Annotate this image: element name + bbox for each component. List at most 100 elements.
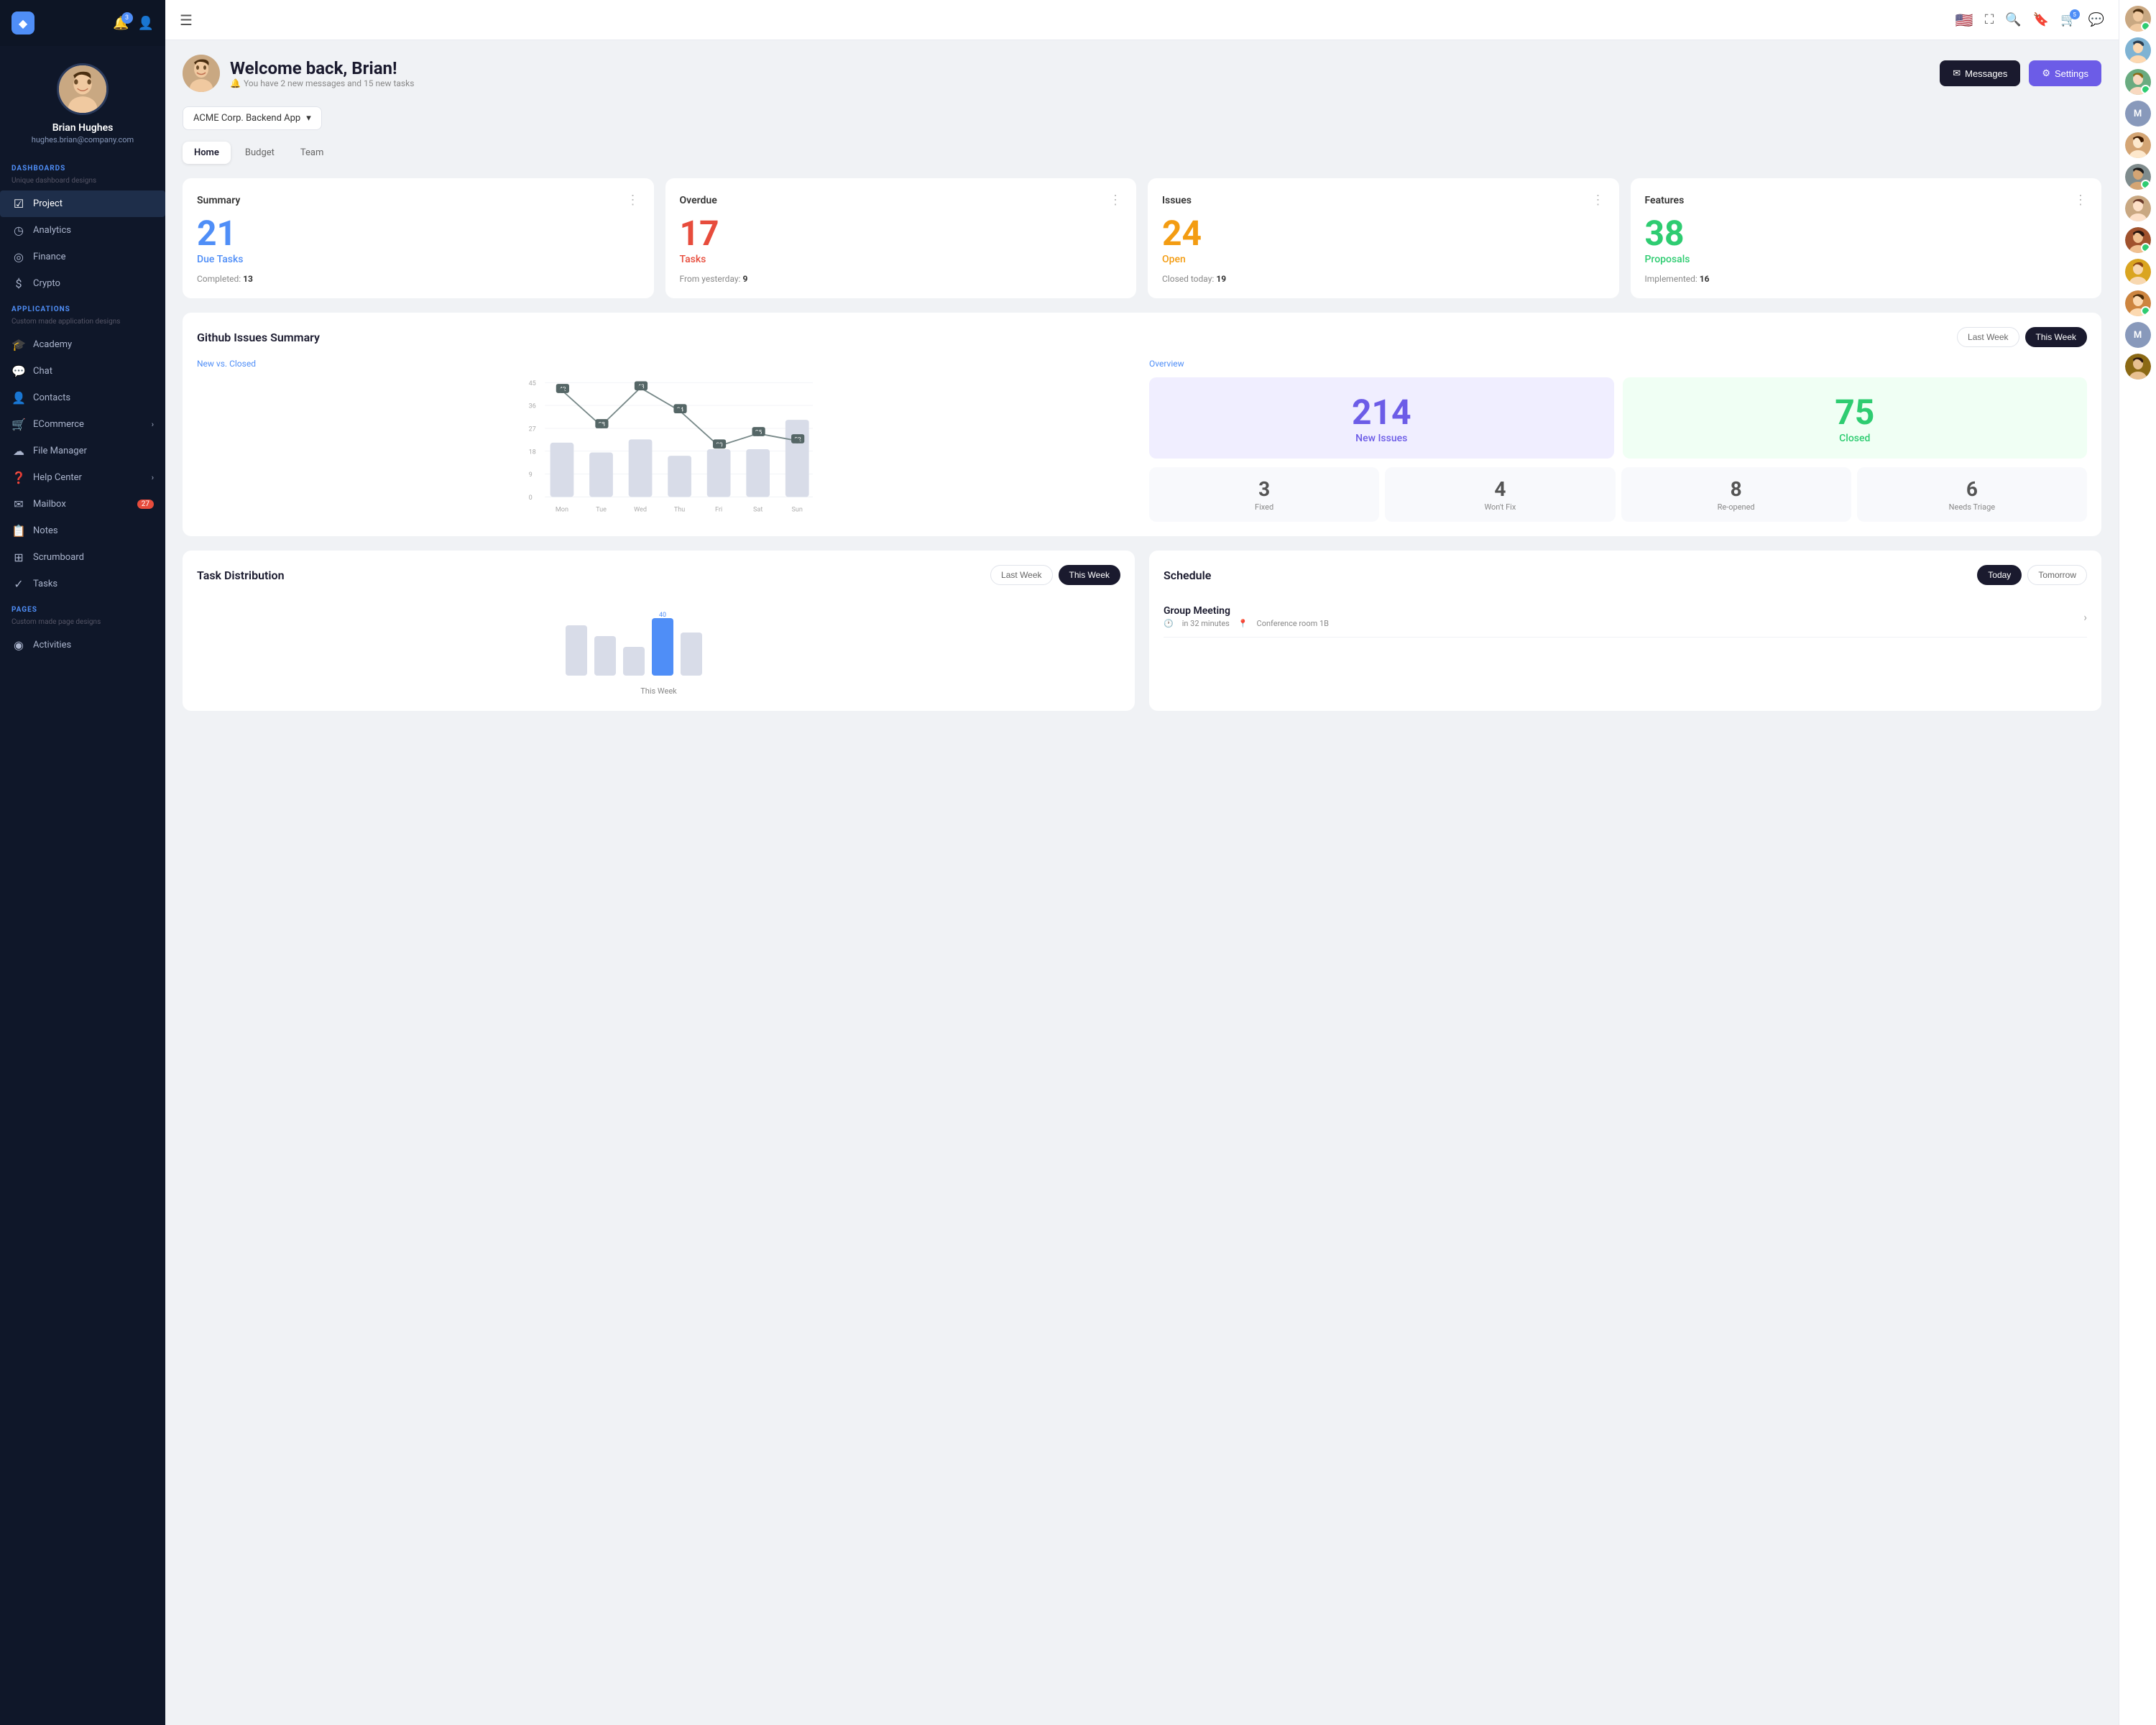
sidebar-item-finance[interactable]: ◎ Finance bbox=[0, 244, 165, 270]
sidebar-item-crypto[interactable]: $ Crypto bbox=[0, 270, 165, 297]
tab-budget[interactable]: Budget bbox=[234, 142, 286, 164]
stat-card-issues-title: Issues bbox=[1162, 195, 1192, 206]
topbar-left: ☰ bbox=[180, 12, 193, 29]
sidebar-item-academy[interactable]: 🎓 Academy bbox=[0, 331, 165, 358]
closed-number: 75 bbox=[1835, 392, 1874, 433]
stat-card-overdue-menu[interactable]: ⋮ bbox=[1109, 193, 1122, 208]
task-dist-this-week-btn[interactable]: This Week bbox=[1059, 565, 1120, 585]
stats-row: Summary ⋮ 21 Due Tasks Completed: 13 Ove… bbox=[183, 178, 2101, 298]
svg-text:Sun: Sun bbox=[792, 506, 803, 513]
message-icon[interactable]: 💬 bbox=[2088, 12, 2104, 27]
fullscreen-icon[interactable]: ⛶ bbox=[1985, 12, 1994, 27]
hamburger-icon[interactable]: ☰ bbox=[180, 12, 193, 29]
pages-section-sublabel: Custom made page designs bbox=[0, 617, 165, 632]
sidebar-item-label: Contacts bbox=[33, 392, 70, 403]
right-avatar-1[interactable] bbox=[2125, 6, 2151, 32]
right-avatar-6[interactable] bbox=[2125, 196, 2151, 221]
stat-card-overdue: Overdue ⋮ 17 Tasks From yesterday: 9 bbox=[665, 178, 1137, 298]
chat-icon: 💬 bbox=[11, 364, 26, 378]
stat-card-features-title: Features bbox=[1645, 195, 1685, 206]
stat-card-issues-header: Issues ⋮ bbox=[1162, 193, 1605, 208]
messages-button[interactable]: ✉ Messages bbox=[1940, 60, 2020, 86]
welcome-left: Welcome back, Brian! 🔔 You have 2 new me… bbox=[183, 55, 414, 92]
clock-icon: 🕐 bbox=[1164, 619, 1174, 628]
gear-icon: ⚙ bbox=[2042, 68, 2050, 79]
mailbox-icon: ✉ bbox=[11, 497, 26, 511]
topbar: ☰ 🇺🇸 ⛶ 🔍 🔖 🛒 5 💬 bbox=[165, 0, 2119, 40]
right-avatar-8[interactable] bbox=[2125, 259, 2151, 285]
schedule-today-btn[interactable]: Today bbox=[1977, 565, 2022, 585]
tab-team[interactable]: Team bbox=[289, 142, 336, 164]
tab-home[interactable]: Home bbox=[183, 142, 231, 164]
stat-card-issues-menu[interactable]: ⋮ bbox=[1592, 193, 1605, 208]
sidebar-item-analytics[interactable]: ◷ Analytics bbox=[0, 217, 165, 244]
right-avatar-m2[interactable]: M bbox=[2125, 322, 2151, 348]
right-avatar-9[interactable] bbox=[2125, 290, 2151, 316]
user-circle-icon[interactable]: 👤 bbox=[138, 16, 154, 31]
stat-card-summary-menu[interactable]: ⋮ bbox=[627, 193, 640, 208]
right-avatar-10[interactable] bbox=[2125, 354, 2151, 380]
right-avatar-7[interactable] bbox=[2125, 227, 2151, 253]
sidebar-item-tasks[interactable]: ✓ Tasks bbox=[0, 571, 165, 597]
profile-avatar[interactable] bbox=[57, 63, 109, 115]
helpcenter-arrow-icon: › bbox=[152, 473, 154, 482]
right-avatar-4[interactable] bbox=[2125, 132, 2151, 158]
flag-icon[interactable]: 🇺🇸 bbox=[1955, 12, 1973, 29]
task-dist-svg: 40 bbox=[551, 611, 767, 683]
sidebar-item-ecommerce[interactable]: 🛒 ECommerce › bbox=[0, 411, 165, 438]
schedule-tomorrow-btn[interactable]: Tomorrow bbox=[2027, 565, 2087, 585]
event-info: Group Meeting 🕐 in 32 minutes 📍 Conferen… bbox=[1164, 605, 1329, 628]
app-logo-icon[interactable]: ◆ bbox=[11, 12, 34, 34]
contacts-icon: 👤 bbox=[11, 391, 26, 405]
sidebar-item-label: Project bbox=[33, 198, 63, 209]
stat-card-overdue-title: Overdue bbox=[680, 195, 717, 206]
stat-card-features-menu[interactable]: ⋮ bbox=[2074, 193, 2087, 208]
sidebar-item-filemanager[interactable]: ☁ File Manager bbox=[0, 438, 165, 464]
welcome-text: Welcome back, Brian! 🔔 You have 2 new me… bbox=[230, 58, 414, 88]
welcome-subtitle: 🔔 You have 2 new messages and 15 new tas… bbox=[230, 78, 414, 88]
svg-text:27: 27 bbox=[529, 426, 536, 433]
sidebar-item-scrumboard[interactable]: ⊞ Scrumboard bbox=[0, 544, 165, 571]
right-avatar-3[interactable] bbox=[2125, 69, 2151, 95]
notes-icon: 📋 bbox=[11, 524, 26, 538]
stat-card-features: Features ⋮ 38 Proposals Implemented: 16 bbox=[1631, 178, 2102, 298]
event-location: Conference room 1B bbox=[1257, 619, 1329, 628]
sidebar-item-label: Mailbox bbox=[33, 499, 66, 510]
sidebar-item-contacts[interactable]: 👤 Contacts bbox=[0, 385, 165, 411]
right-avatar-m1[interactable]: M bbox=[2125, 101, 2151, 126]
search-icon[interactable]: 🔍 bbox=[2005, 12, 2021, 27]
sidebar-item-project[interactable]: ☑ Project bbox=[0, 190, 165, 217]
academy-icon: 🎓 bbox=[11, 338, 26, 351]
overview-label: Overview bbox=[1149, 359, 2087, 369]
wontfix-label: Won't Fix bbox=[1395, 502, 1605, 512]
sidebar-item-notes[interactable]: 📋 Notes bbox=[0, 518, 165, 544]
right-avatar-2[interactable] bbox=[2125, 37, 2151, 63]
github-last-week-btn[interactable]: Last Week bbox=[1957, 327, 2019, 347]
mini-card-fixed: 3 Fixed bbox=[1149, 467, 1379, 522]
dashboards-section-label: DASHBOARDS bbox=[0, 156, 165, 175]
task-dist-last-week-btn[interactable]: Last Week bbox=[990, 565, 1052, 585]
notification-icon[interactable]: 🔔 3 bbox=[113, 16, 129, 31]
project-selector[interactable]: ACME Corp. Backend App ▾ bbox=[183, 106, 322, 130]
stat-summary-footer: Completed: 13 bbox=[197, 274, 640, 284]
right-avatar-5[interactable] bbox=[2125, 164, 2151, 190]
sidebar-item-mailbox[interactable]: ✉ Mailbox 27 bbox=[0, 491, 165, 518]
github-issues-section: Github Issues Summary Last Week This Wee… bbox=[183, 313, 2101, 536]
profile-email: hughes.brian@company.com bbox=[32, 135, 134, 144]
bookmark-icon[interactable]: 🔖 bbox=[2033, 12, 2049, 27]
sidebar-item-label: Scrumboard bbox=[33, 552, 84, 563]
github-this-week-btn[interactable]: This Week bbox=[2025, 327, 2087, 347]
new-issues-label: New Issues bbox=[1355, 433, 1407, 444]
event-arrow-icon[interactable]: › bbox=[2083, 610, 2087, 624]
reopened-number: 8 bbox=[1631, 477, 1841, 501]
svg-text:Mon: Mon bbox=[556, 506, 568, 513]
svg-text:18: 18 bbox=[529, 448, 536, 456]
settings-button[interactable]: ⚙ Settings bbox=[2029, 60, 2101, 86]
sidebar-item-helpcenter[interactable]: ❓ Help Center › bbox=[0, 464, 165, 491]
crypto-icon: $ bbox=[11, 277, 26, 290]
sidebar-item-activities[interactable]: ◉ Activities bbox=[0, 632, 165, 658]
triage-label: Needs Triage bbox=[1867, 502, 2077, 512]
welcome-actions: ✉ Messages ⚙ Settings bbox=[1940, 60, 2101, 86]
sidebar-item-chat[interactable]: 💬 Chat bbox=[0, 358, 165, 385]
cart-icon[interactable]: 🛒 5 bbox=[2060, 12, 2076, 27]
